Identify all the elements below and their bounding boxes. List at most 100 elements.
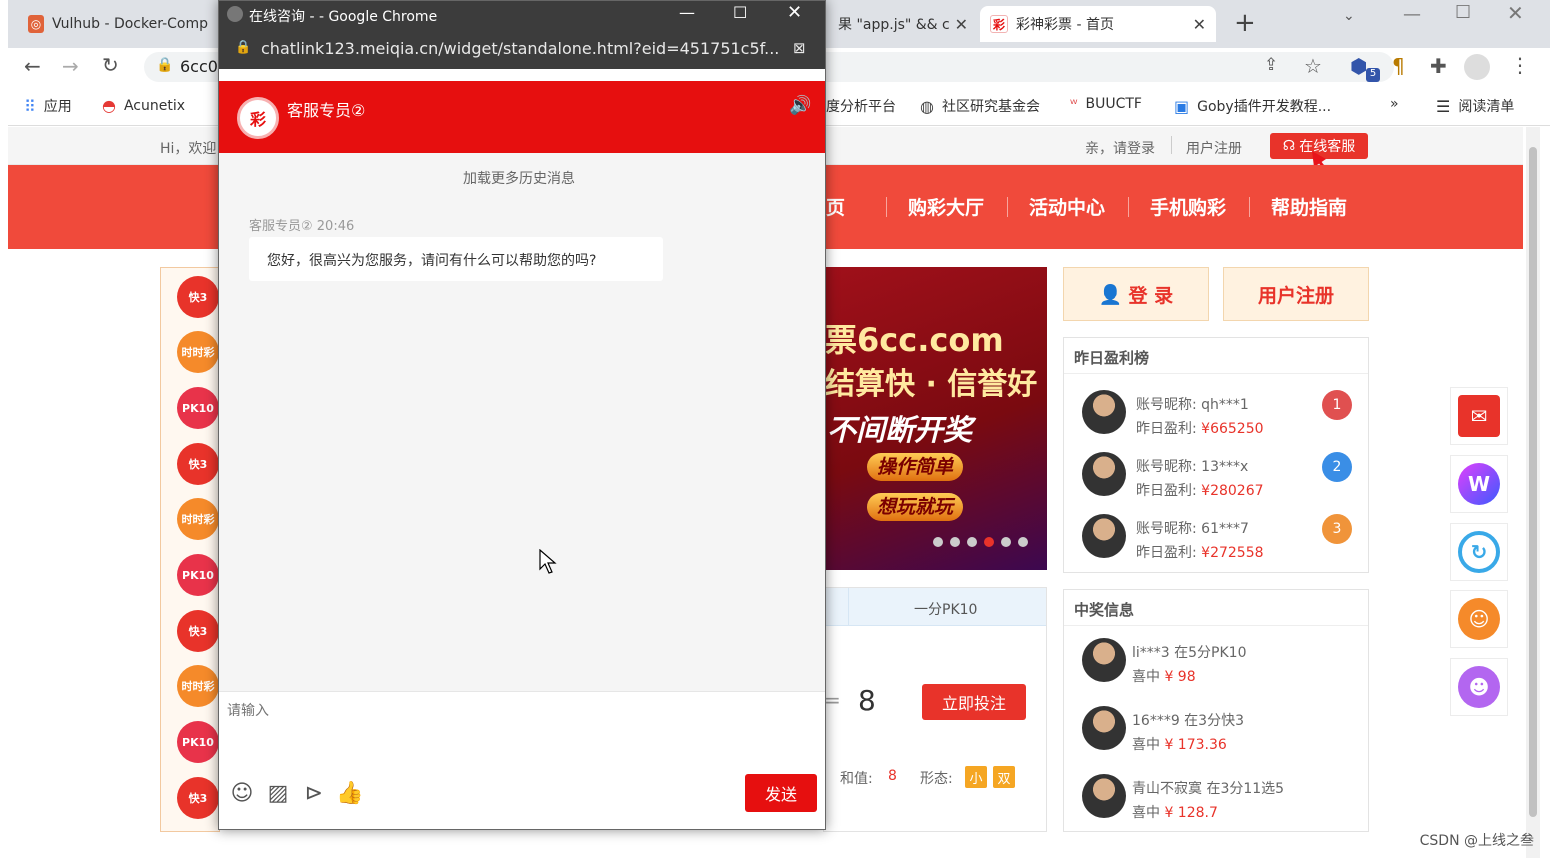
customer-service-icon[interactable]: ☺	[1450, 590, 1508, 648]
bookmark-star-icon[interactable]: ☆	[1304, 54, 1322, 78]
bookmark-acunetix[interactable]: ◓ Acunetix	[102, 96, 185, 115]
video-icon[interactable]: ⊳	[301, 780, 327, 806]
popup-address-bar[interactable]: 🔒 chatlink123.meiqia.cn/widget/standalon…	[219, 29, 825, 69]
pk10-game-icon[interactable]: PK10	[177, 721, 219, 763]
avatar	[1082, 774, 1126, 818]
winner-line: li***3 在5分PK10	[1132, 645, 1247, 661]
nav-home[interactable]: 页	[826, 193, 845, 220]
profit-text: 昨日盈利: ¥665250	[1136, 421, 1264, 437]
carousel-dot[interactable]	[984, 537, 994, 547]
close-window-icon[interactable]: ✕	[1507, 1, 1524, 25]
red-envelope-icon[interactable]: ✉	[1450, 387, 1508, 445]
nickname-text: 账号昵称: qh***1	[1136, 397, 1249, 413]
close-tab-icon[interactable]: ✕	[1193, 15, 1206, 34]
k3-game-icon[interactable]: 快3	[177, 276, 219, 318]
rank-badge: 1	[1322, 390, 1352, 420]
send-button[interactable]: 发送	[745, 774, 817, 812]
message-input[interactable]	[227, 700, 817, 760]
ssc-game-icon[interactable]: 时时彩	[177, 498, 219, 540]
register-button[interactable]: 用户注册	[1223, 267, 1369, 321]
lock-icon: 🔒	[156, 57, 174, 73]
translate-icon[interactable]: ⊠	[793, 39, 806, 57]
pilcrow-extension-icon[interactable]: ¶	[1392, 54, 1405, 78]
sound-icon[interactable]: 🔊	[789, 95, 811, 116]
bookmark-buuctf[interactable]: ᵂ BUUCTF	[1070, 96, 1142, 112]
bet-now-button[interactable]: 立即投注	[922, 684, 1026, 720]
popup-gap	[219, 69, 825, 81]
bookmark-apps[interactable]: ⠿ 应用	[24, 96, 72, 116]
winner-amount: 喜中 ¥ 173.36	[1132, 737, 1227, 753]
pk10-game-icon[interactable]: PK10	[177, 387, 219, 429]
k3-game-icon[interactable]: 快3	[177, 610, 219, 652]
minimize-icon[interactable]: —	[1403, 4, 1421, 25]
tab-divider	[848, 588, 849, 626]
new-tab-button[interactable]: +	[1234, 8, 1256, 38]
nav-activity[interactable]: 活动中心	[1029, 193, 1105, 220]
page-scrollbar[interactable]	[1526, 127, 1540, 858]
carousel-dot[interactable]	[933, 537, 943, 547]
register-link[interactable]: 用户注册	[1186, 138, 1242, 158]
profile-avatar-icon[interactable]	[1464, 54, 1490, 80]
bookmark-label: 社区研究基金会	[941, 99, 1040, 115]
image-icon[interactable]: ▨	[265, 780, 291, 806]
refresh-glyph: ↻	[1458, 531, 1500, 573]
popup-minimize-icon[interactable]: —	[679, 3, 695, 22]
tab-search-icon[interactable]: ⌄	[1343, 8, 1355, 24]
smile-icon[interactable]: ☻	[1450, 658, 1508, 716]
ssc-game-icon[interactable]: 时时彩	[177, 331, 219, 373]
popup-close-icon[interactable]: ✕	[787, 2, 802, 23]
nav-mobile[interactable]: 手机购彩	[1150, 193, 1226, 220]
back-icon[interactable]: ←	[24, 54, 41, 78]
address-text: 6cc0	[180, 57, 218, 76]
emoji-icon[interactable]: ☺	[229, 780, 255, 806]
apps-grid-icon: ⠿	[24, 96, 36, 116]
rank-badge: 2	[1322, 452, 1352, 482]
scrollbar-thumb[interactable]	[1529, 147, 1537, 817]
k3-game-icon[interactable]: 快3	[177, 443, 219, 485]
tab-caishen[interactable]: 彩 彩神彩票 - 首页 ✕	[980, 6, 1216, 42]
nav-help[interactable]: 帮助指南	[1271, 193, 1347, 220]
share-icon[interactable]: ⇪	[1264, 55, 1278, 75]
promo-banner[interactable]: 票6cc.com 结算快 · 信誉好 不间断开奖 操作简单 想玩就玩	[823, 267, 1047, 570]
forward-icon[interactable]: →	[62, 54, 79, 78]
shape-chip-small: 小	[965, 766, 987, 788]
refresh-icon[interactable]: ↻	[1450, 523, 1508, 581]
ssc-game-icon[interactable]: 时时彩	[177, 665, 219, 707]
divider	[1171, 136, 1172, 154]
game-panel: 一分PK10 = 8 立即投注 和值: 8 形态: 小 双	[823, 587, 1047, 832]
k3-game-icon[interactable]: 快3	[177, 777, 219, 819]
nav-lottery-hall[interactable]: 购彩大厅	[908, 193, 984, 220]
carousel-dot[interactable]	[950, 537, 960, 547]
csdn-watermark: CSDN @上线之叁	[1419, 833, 1534, 849]
close-tab-icon[interactable]: ✕	[955, 15, 968, 34]
menu-kebab-icon[interactable]: ⋮	[1510, 53, 1530, 77]
bookmark-goby[interactable]: ▣ Goby插件开发教程...	[1174, 96, 1331, 116]
tab-appjs[interactable]: 果 "app.js" && c ✕	[828, 6, 978, 42]
load-more-history[interactable]: 加载更多历史消息	[463, 168, 575, 188]
reload-icon[interactable]: ↻	[102, 53, 119, 77]
bookmarks-more[interactable]: »	[1390, 96, 1399, 112]
carousel-dot[interactable]	[1018, 537, 1028, 547]
thumbs-up-icon[interactable]: 👍	[336, 780, 363, 806]
login-link[interactable]: 亲，请登录	[1085, 138, 1155, 158]
login-button[interactable]: 👤 登 录	[1063, 267, 1209, 321]
banner-pill: 想玩就玩	[867, 493, 964, 521]
pk10-game-icon[interactable]: PK10	[177, 554, 219, 596]
bookmark-foundation[interactable]: ◍ 社区研究基金会	[920, 96, 1040, 116]
maximize-icon[interactable]: ☐	[1455, 2, 1471, 23]
carousel-dot[interactable]	[1001, 537, 1011, 547]
tab-vulhub[interactable]: ◎ Vulhub - Docker-Comp	[18, 6, 218, 42]
bookmark-analysis[interactable]: 度分析平台	[826, 96, 896, 116]
extension-shield-icon[interactable]: ⬢	[1350, 54, 1367, 78]
chat-header: 彩 客服专员② 🔊	[219, 81, 825, 153]
avatar	[1082, 390, 1126, 434]
w-logo-icon[interactable]: W	[1450, 455, 1508, 513]
tab-pk10[interactable]: 一分PK10	[914, 599, 977, 619]
shape-chip-even: 双	[993, 766, 1015, 788]
bookmark-reading-list[interactable]: ☰ 阅读清单	[1436, 96, 1514, 116]
bookmark-label: 度分析平台	[826, 99, 896, 115]
chat-popup-window: 在线咨询 - - Google Chrome — ☐ ✕ 🔒 chatlink1…	[218, 0, 826, 830]
popup-maximize-icon[interactable]: ☐	[733, 3, 747, 22]
carousel-dot[interactable]	[967, 537, 977, 547]
extensions-puzzle-icon[interactable]: ✚	[1430, 54, 1447, 78]
